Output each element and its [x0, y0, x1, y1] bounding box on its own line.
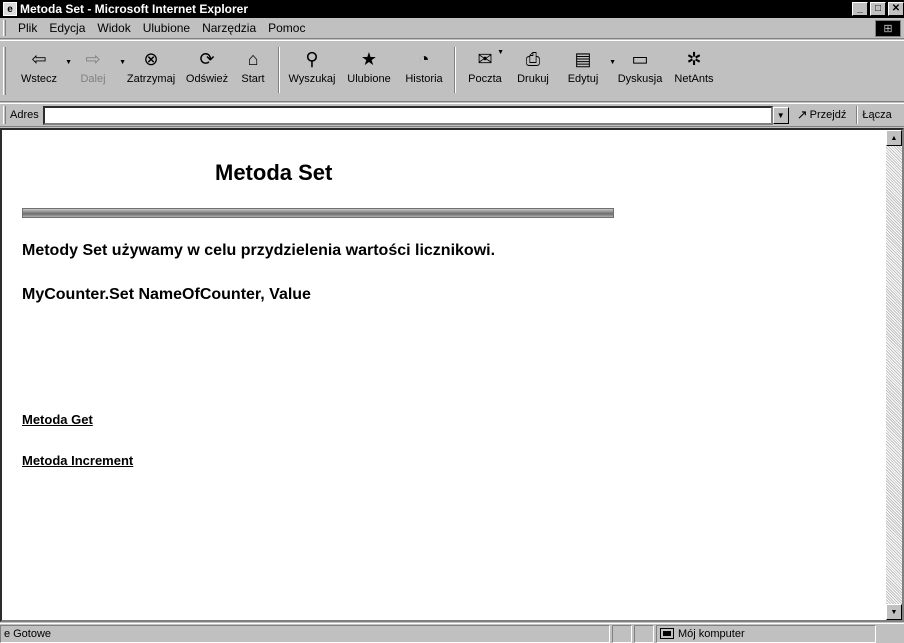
netants-icon: ✲ [686, 48, 702, 69]
print-label: Drukuj [517, 73, 549, 85]
ie-icon[interactable]: e [3, 2, 17, 16]
menu-favorites[interactable]: Ulubione [137, 21, 196, 35]
favorites-icon: ★ [360, 48, 378, 69]
netants-button[interactable]: ✲ NetAnts [670, 47, 718, 97]
page-done-icon: e [4, 627, 11, 640]
menubar-grip[interactable] [3, 20, 6, 36]
go-label: Przejdź [809, 109, 847, 121]
print-button[interactable]: ⎙ Drukuj [510, 47, 556, 97]
minimize-button[interactable]: _ [852, 2, 868, 16]
menu-help[interactable]: Pomoc [262, 21, 311, 35]
back-label: Wstecz [20, 73, 58, 85]
address-input[interactable] [42, 105, 773, 125]
toolbar-separator [278, 47, 280, 93]
window-title: Metoda Set - Microsoft Internet Explorer [20, 2, 249, 16]
search-button[interactable]: ⚲ Wyszukaj [284, 47, 340, 97]
security-zone-panel: Mój komputer [656, 624, 876, 643]
back-button[interactable]: ⇦ Wstecz ▼ [12, 47, 72, 97]
page-content: Metoda Set Metody Set używamy w celu prz… [2, 130, 886, 620]
status-security-cell [634, 624, 654, 643]
menu-view[interactable]: Widok [91, 21, 136, 35]
go-button[interactable]: ↗ Przejdź [797, 107, 847, 123]
page-title: Metoda Set [215, 160, 333, 185]
vertical-scrollbar[interactable]: ▲ ▼ [886, 130, 902, 620]
browser-viewport: Metoda Set Metody Set używamy w celu prz… [0, 128, 904, 622]
standard-toolbar: ⇦ Wstecz ▼ ⇨ Dalej ▼ ⊗ Zatrzymaj ⟳ Odświ… [0, 40, 904, 102]
menu-bar: Plik Edycja Widok Ulubione Narzędzia Pom… [0, 18, 904, 39]
discuss-label: Dyskusja [617, 73, 663, 85]
home-button[interactable]: ⌂ Start [232, 47, 274, 97]
menu-edit[interactable]: Edycja [43, 21, 91, 35]
search-label: Wyszukaj [288, 73, 336, 85]
link-metoda-increment[interactable]: Metoda Increment [22, 453, 133, 468]
edit-label: Edytuj [567, 73, 599, 85]
horizontal-rule [22, 208, 614, 218]
address-bar: Adres ▼ ↗ Przejdź Łącza [0, 103, 904, 127]
discuss-icon: ▭ [631, 48, 649, 69]
address-dropdown-button[interactable]: ▼ [772, 106, 789, 124]
word-edit-icon: ▤ [574, 48, 592, 69]
print-icon: ⎙ [525, 48, 541, 69]
windows-logo-icon: ⊞ [875, 20, 901, 37]
mail-label: Poczta [468, 73, 502, 85]
menu-tools[interactable]: Narzędzia [196, 21, 262, 35]
title-bar: e Metoda Set - Microsoft Internet Explor… [0, 0, 904, 18]
refresh-label: Odśwież [185, 73, 229, 85]
close-button[interactable]: ✕ [888, 2, 904, 16]
link-metoda-get[interactable]: Metoda Get [22, 412, 93, 427]
mail-dropdown-icon[interactable]: ▼ [497, 49, 504, 56]
links-separator [856, 106, 859, 124]
maximize-button[interactable]: □ [870, 2, 886, 16]
zone-text: Mój komputer [678, 627, 745, 640]
edit-button[interactable]: ▤ Edytuj ▼ [556, 47, 616, 97]
stop-label: Zatrzymaj [126, 73, 176, 85]
mail-button[interactable]: ✉ Poczta ▼ [460, 47, 510, 97]
toolbar-separator [454, 47, 456, 93]
status-text: Gotowe [13, 627, 52, 640]
toolbar-grip[interactable] [3, 47, 6, 95]
favorites-label: Ulubione [347, 73, 391, 85]
discuss-button[interactable]: ▭ Dyskusja [610, 47, 670, 97]
home-label: Start [241, 73, 265, 85]
computer-icon [660, 628, 674, 639]
refresh-button[interactable]: ⟳ Odśwież [182, 47, 232, 97]
history-button[interactable]: ◔ Historia [398, 47, 450, 97]
search-icon: ⚲ [305, 48, 319, 69]
status-main-panel: e Gotowe [0, 624, 610, 643]
addressbar-grip[interactable] [3, 106, 6, 124]
menu-file[interactable]: Plik [12, 21, 43, 35]
favorites-button[interactable]: ★ Ulubione [340, 47, 398, 97]
status-bar: e Gotowe Mój komputer [0, 623, 904, 643]
back-arrow-icon: ⇦ [31, 48, 47, 69]
scroll-down-button[interactable]: ▼ [886, 604, 902, 620]
description-text: Metody Set używamy w celu przydzielenia … [22, 242, 496, 259]
forward-arrow-icon: ⇨ [85, 48, 101, 69]
window-controls: _ □ ✕ [850, 2, 904, 16]
history-icon: ◔ [418, 48, 430, 69]
go-arrow-icon: ↗ [796, 107, 808, 122]
address-label: Adres [10, 109, 39, 121]
status-progress-cell [612, 624, 632, 643]
netants-label: NetAnts [674, 73, 714, 85]
syntax-text: MyCounter.Set NameOfCounter, Value [22, 286, 311, 303]
forward-button[interactable]: ⇨ Dalej ▼ [66, 47, 126, 97]
forward-label: Dalej [80, 73, 106, 85]
mail-icon: ✉ [477, 48, 493, 69]
history-label: Historia [405, 73, 443, 85]
stop-button[interactable]: ⊗ Zatrzymaj [120, 47, 182, 97]
stop-icon: ⊗ [143, 48, 159, 69]
links-button[interactable]: Łącza [862, 109, 891, 121]
scroll-up-button[interactable]: ▲ [886, 130, 902, 146]
refresh-icon: ⟳ [199, 48, 215, 69]
home-icon: ⌂ [247, 48, 259, 69]
